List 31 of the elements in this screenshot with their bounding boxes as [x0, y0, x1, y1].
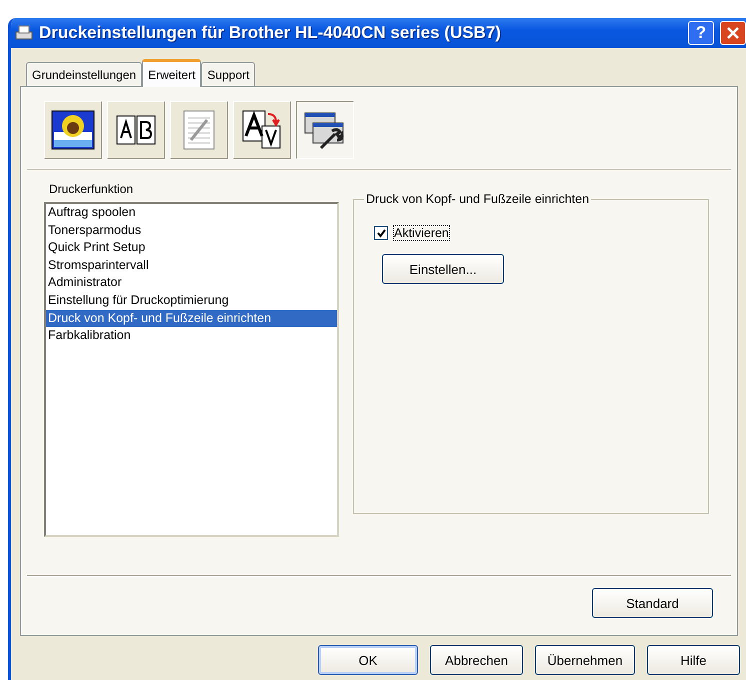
dialog-button[interactable]: OK — [318, 645, 418, 675]
tab[interactable]: Support — [201, 62, 256, 86]
tab[interactable]: Erweitert — [142, 59, 202, 87]
list-label: Druckerfunktion — [48, 182, 134, 196]
dialog-button[interactable]: Hilfe — [647, 645, 740, 675]
list-item[interactable]: Farbkalibration — [46, 327, 337, 345]
help-button[interactable]: ? — [688, 21, 714, 45]
group-title: Druck von Kopf- und Fußzeile einrichten — [365, 192, 590, 206]
close-button[interactable] — [720, 21, 746, 45]
list-item[interactable]: Tonersparmodus — [46, 222, 337, 240]
document-icon — [183, 110, 215, 150]
checkbox[interactable] — [374, 226, 388, 240]
list-item[interactable]: Administrator — [46, 274, 337, 292]
settings-button[interactable]: Einstellen... — [382, 254, 504, 284]
dialog-button[interactable]: Übernehmen — [535, 645, 635, 675]
close-icon — [726, 26, 740, 40]
page-layout-icon — [116, 114, 156, 146]
checkbox-label: Aktivieren — [394, 226, 449, 240]
list-item[interactable]: Stromsparintervall — [46, 256, 337, 274]
window-title: Druckeinstellungen für Brother HL-4040CN series (USB7) — [39, 23, 502, 43]
list-item[interactable]: Einstellung für Druckoptimierung — [46, 292, 337, 310]
printer-icon — [15, 25, 33, 41]
list-item[interactable]: Quick Print Setup — [46, 239, 337, 257]
standard-button[interactable]: Standard — [592, 588, 713, 618]
toolbar-button[interactable] — [296, 101, 354, 159]
dialog-button[interactable]: Abbrechen — [430, 645, 523, 675]
list-item[interactable]: Auftrag spoolen — [46, 204, 337, 222]
tab[interactable]: Grundeinstellungen — [26, 62, 142, 86]
font-scaling-icon — [242, 110, 282, 150]
picture-icon — [51, 110, 95, 150]
list-item[interactable]: Druck von Kopf- und Fußzeile einrichten — [46, 310, 337, 328]
